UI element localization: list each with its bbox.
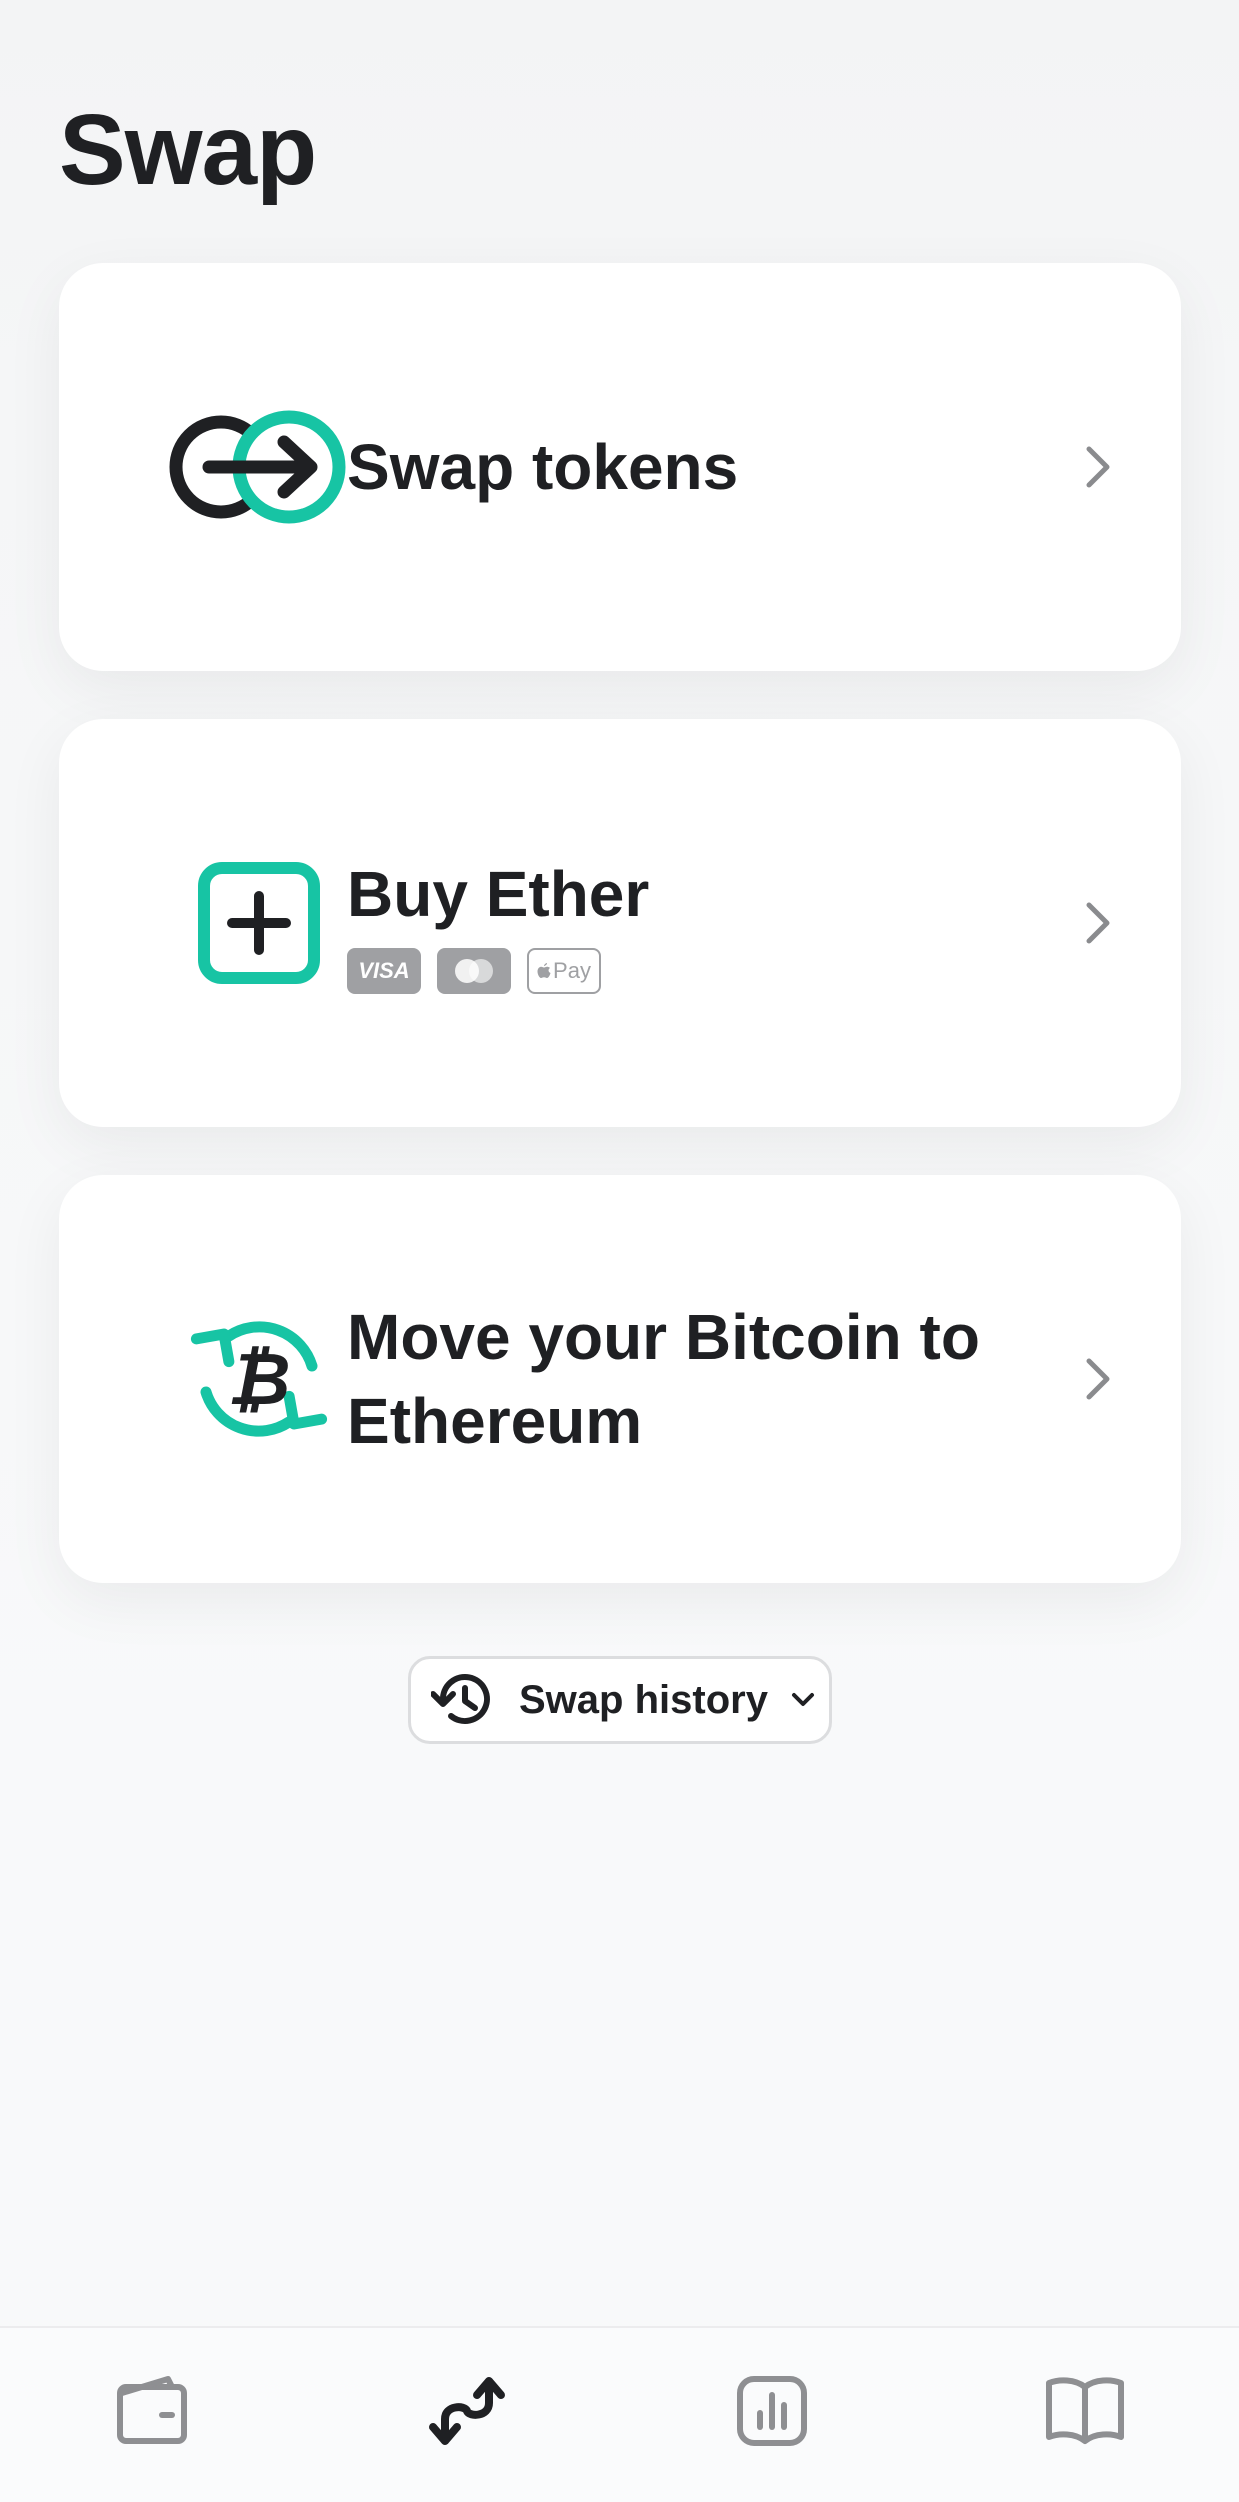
buy-ether-text: Buy Ether VISA Pay — [347, 852, 1047, 994]
move-bitcoin-text: Move your Bitcoin to Ethereum — [347, 1295, 1047, 1463]
book-icon — [1046, 2377, 1124, 2444]
swap-tokens-card[interactable]: Swap tokens — [59, 263, 1181, 671]
apple-icon — [537, 963, 551, 978]
visa-badge: VISA — [347, 948, 421, 994]
chevron-right-icon — [1086, 902, 1110, 944]
history-icon — [431, 1674, 490, 1725]
apple-pay-badge: Pay — [527, 948, 601, 994]
bar-chart-icon — [737, 2376, 807, 2446]
chevron-down-icon — [791, 1693, 814, 1706]
swap-history-label: Swap history — [519, 1677, 768, 1722]
apple-pay-label: Pay — [553, 958, 591, 983]
swap-arrows-icon — [429, 2377, 505, 2445]
move-bitcoin-label: Move your Bitcoin to Ethereum — [347, 1301, 980, 1457]
page-title: Swap — [59, 94, 317, 206]
chevron-right-icon — [1086, 446, 1110, 488]
swap-tokens-icon — [169, 377, 349, 557]
buy-ether-label: Buy Ether — [347, 858, 650, 930]
move-bitcoin-card[interactable]: ₿ Move your Bitcoin to Ethereum — [59, 1175, 1181, 1583]
bitcoin-refresh-icon: ₿ — [169, 1289, 349, 1469]
bottom-tab-bar — [0, 2326, 1239, 2502]
tab-swap[interactable] — [422, 2366, 512, 2456]
buy-ether-card[interactable]: Buy Ether VISA Pay — [59, 719, 1181, 1127]
swap-screen: Swap Swap tokens Buy Ether VISA Pay ₿ Mo… — [0, 0, 1239, 2502]
tab-stats[interactable] — [727, 2366, 817, 2456]
swap-history-button[interactable]: Swap history — [408, 1656, 832, 1744]
chevron-right-icon — [1086, 1358, 1110, 1400]
svg-text:₿: ₿ — [227, 1337, 290, 1421]
swap-tokens-text: Swap tokens — [347, 425, 1047, 509]
swap-tokens-label: Swap tokens — [347, 431, 739, 503]
mastercard-badge — [437, 948, 511, 994]
plus-square-icon — [169, 833, 349, 1013]
wallet-icon — [117, 2376, 187, 2444]
tab-wallet[interactable] — [107, 2366, 197, 2456]
tab-learn[interactable] — [1040, 2366, 1130, 2456]
payment-methods: VISA Pay — [347, 948, 1047, 994]
